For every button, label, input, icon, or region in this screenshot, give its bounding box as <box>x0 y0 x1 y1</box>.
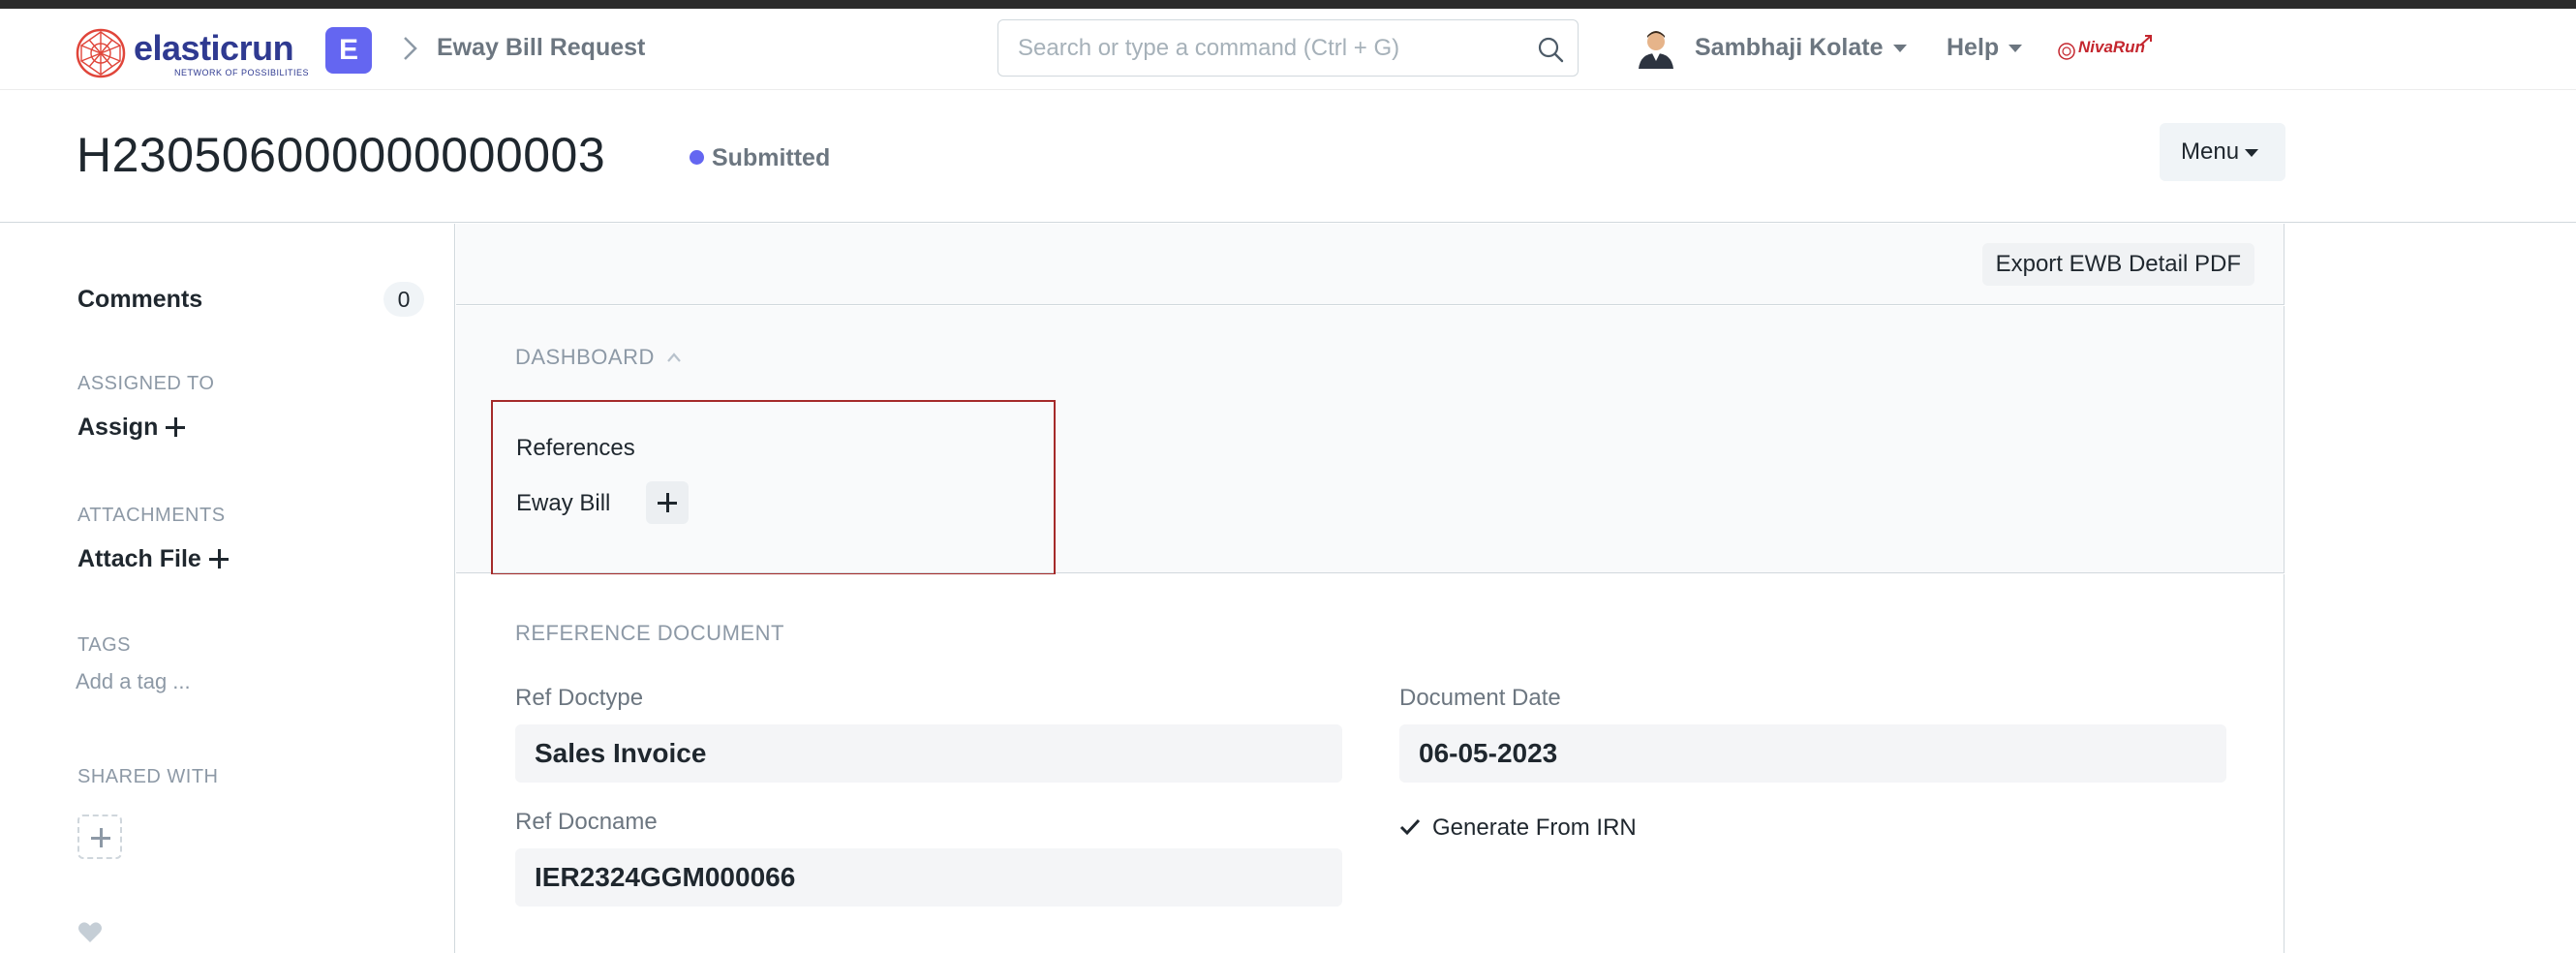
reference-document-heading: REFERENCE DOCUMENT <box>515 621 784 645</box>
generate-from-irn-checkbox[interactable]: Generate From IRN <box>1399 815 1637 842</box>
user-name: Sambhaji Kolate <box>1695 34 1884 61</box>
top-strip <box>0 0 2576 9</box>
add-tag-input[interactable]: Add a tag ... <box>76 669 191 694</box>
shared-with-label: SHARED WITH <box>77 766 219 787</box>
plus-icon <box>91 828 110 847</box>
page-title: H230506000000000003 <box>77 128 606 182</box>
search-box[interactable] <box>997 19 1579 77</box>
attachments-label: ATTACHMENTS <box>77 505 226 526</box>
assign-label: Assign <box>77 414 159 441</box>
nivarun-logo-text: NivaRun <box>2078 38 2145 56</box>
brand-name: elasticrun <box>134 28 294 68</box>
navbar: elasticrun NETWORK OF POSSIBILITIES E Ew… <box>0 9 2576 90</box>
help-label: Help <box>1947 34 2000 61</box>
add-eway-bill-button[interactable] <box>646 481 689 524</box>
nivarun-logo[interactable]: NivaRun <box>2055 34 2156 69</box>
search-icon[interactable] <box>1537 36 1564 63</box>
status-dot <box>690 150 704 165</box>
app-badge[interactable]: E <box>325 27 372 74</box>
user-avatar[interactable] <box>1635 26 1677 69</box>
comments-count-badge: 0 <box>383 282 424 317</box>
document-date-field[interactable]: 06-05-2023 <box>1399 724 2226 783</box>
references-panel: References Eway Bill <box>491 400 1056 575</box>
caret-down-icon <box>1892 45 1907 53</box>
caret-down-icon <box>2245 148 2259 157</box>
export-ewb-detail-pdf-button[interactable]: Export EWB Detail PDF <box>1981 243 2254 286</box>
generate-from-irn-label: Generate From IRN <box>1432 815 1637 841</box>
search-input[interactable] <box>1018 20 1521 76</box>
chevron-right-icon <box>404 37 417 60</box>
comments-link[interactable]: Comments <box>77 286 202 314</box>
heart-icon[interactable] <box>77 921 103 944</box>
assigned-to-label: ASSIGNED TO <box>77 373 215 394</box>
tags-label: TAGS <box>77 634 131 656</box>
ref-docname-label: Ref Docname <box>515 809 658 835</box>
page-head: H230506000000000003 Submitted Menu <box>0 90 2576 223</box>
plus-icon <box>166 417 186 437</box>
plus-icon <box>658 493 677 512</box>
arrow-up-right-icon <box>2139 35 2152 46</box>
nivarun-emblem-icon <box>2058 43 2075 60</box>
ref-docname-field[interactable]: IER2324GGM000066 <box>515 848 1342 907</box>
ref-doctype-field[interactable]: Sales Invoice <box>515 724 1342 783</box>
eway-bill-link[interactable]: Eway Bill <box>516 490 610 517</box>
document-date-label: Document Date <box>1399 685 1561 711</box>
form-toolbar: Export EWB Detail PDF <box>456 224 2285 305</box>
caret-down-icon <box>2009 45 2023 53</box>
status-label: Submitted <box>712 144 831 171</box>
assign-button[interactable]: Assign <box>77 414 186 442</box>
menu-button[interactable]: Menu <box>2160 123 2285 181</box>
brand-tagline: NETWORK OF POSSIBILITIES <box>174 68 310 77</box>
chevron-up-icon <box>667 353 681 362</box>
checkmark-icon <box>1399 818 1421 836</box>
help-menu[interactable]: Help <box>1947 34 2023 62</box>
dashboard-section: DASHBOARD References Eway Bill <box>456 306 2285 575</box>
form-sidebar: Comments 0 ASSIGNED TO Assign ATTACHMENT… <box>0 224 455 953</box>
attach-file-button[interactable]: Attach File <box>77 545 229 573</box>
user-menu[interactable]: Sambhaji Kolate <box>1695 34 1907 62</box>
menu-label: Menu <box>2181 138 2240 165</box>
elasticrun-logo[interactable]: elasticrun NETWORK OF POSSIBILITIES <box>76 28 314 82</box>
references-title: References <box>516 435 635 461</box>
ref-doctype-label: Ref Doctype <box>515 685 644 711</box>
breadcrumb-eway-bill-request[interactable]: Eway Bill Request <box>437 34 645 62</box>
reference-document-section: REFERENCE DOCUMENT Ref Doctype Sales Inv… <box>456 574 2285 953</box>
dashboard-heading: DASHBOARD <box>515 345 655 369</box>
plus-icon <box>208 549 229 569</box>
globe-logo-icon <box>76 28 126 78</box>
status-indicator: Submitted <box>690 144 830 172</box>
attach-file-label: Attach File <box>77 545 201 572</box>
add-share-button[interactable] <box>77 815 122 859</box>
dashboard-toggle[interactable]: DASHBOARD <box>515 345 682 370</box>
